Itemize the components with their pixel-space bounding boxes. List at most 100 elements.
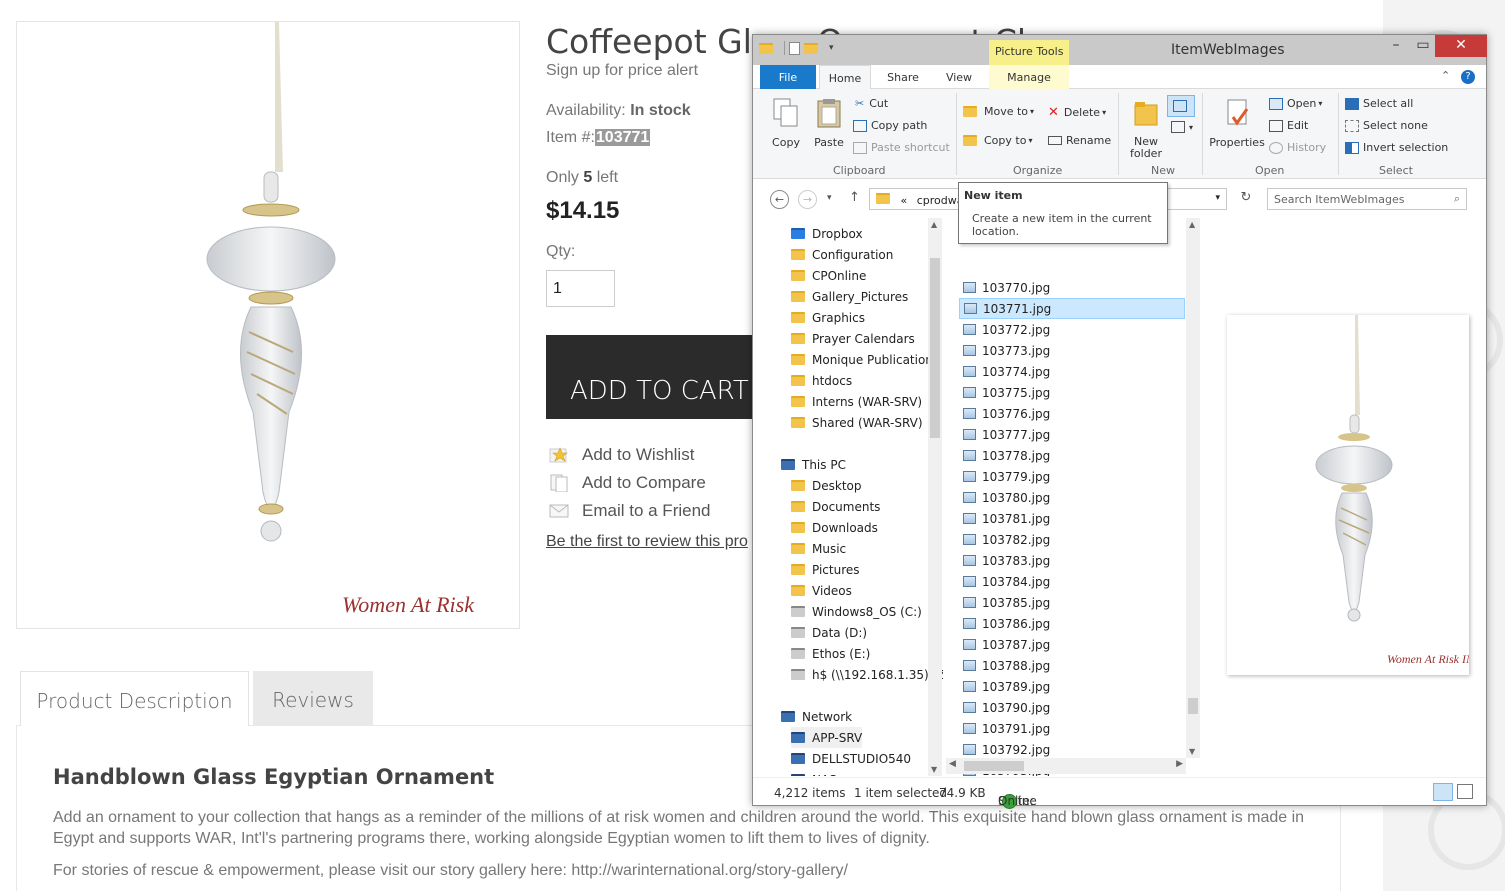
select-none-button[interactable]: Select none — [1345, 119, 1428, 132]
easy-access-button[interactable]: ▾ — [1171, 121, 1193, 133]
tab-share[interactable]: Share — [877, 65, 929, 89]
copy-to-button[interactable]: Copy to ▾ — [963, 134, 1032, 147]
scroll-down-icon[interactable]: ▼ — [931, 765, 937, 774]
product-image[interactable]: Women At Risk — [16, 21, 520, 629]
file-item[interactable]: 103789.jpg — [959, 676, 1185, 697]
scroll-down-icon[interactable]: ▼ — [1189, 747, 1195, 756]
file-item[interactable]: 103776.jpg — [959, 403, 1185, 424]
nav-item[interactable]: Documents — [791, 496, 880, 517]
file-item[interactable]: 103771.jpg — [959, 298, 1185, 319]
nav-scroll-thumb[interactable] — [930, 258, 940, 438]
file-item[interactable]: 103781.jpg — [959, 508, 1185, 529]
history-button[interactable]: History — [1269, 141, 1326, 154]
nav-scrollbar[interactable]: ▲ ▼ — [928, 218, 942, 776]
nav-item[interactable]: Desktop — [791, 475, 862, 496]
title-bar[interactable]: ▾ Picture Tools ItemWebImages – ▭ ✕ — [753, 35, 1487, 65]
nav-item[interactable]: Music — [791, 538, 846, 559]
invert-selection-button[interactable]: Invert selection — [1345, 141, 1448, 154]
nav-item[interactable]: htdocs — [791, 370, 852, 391]
file-item[interactable]: 103788.jpg — [959, 655, 1185, 676]
scroll-right-icon[interactable]: ▶ — [1176, 759, 1183, 769]
file-item[interactable]: 103790.jpg — [959, 697, 1185, 718]
new-folder-icon[interactable] — [804, 42, 818, 54]
file-item[interactable]: 103773.jpg — [959, 340, 1185, 361]
open-button[interactable]: Open ▾ — [1269, 97, 1322, 110]
file-item[interactable]: 103785.jpg — [959, 592, 1185, 613]
close-button[interactable]: ✕ — [1435, 35, 1487, 57]
nav-item[interactable]: Gallery_Pictures — [791, 286, 908, 307]
refresh-icon[interactable]: ↻ — [1235, 190, 1257, 210]
large-icons-view-icon[interactable] — [1457, 784, 1473, 799]
edit-button[interactable]: Edit — [1269, 119, 1308, 132]
tab-home[interactable]: Home — [819, 65, 871, 90]
search-input[interactable]: Search ItemWebImages ⌕ — [1267, 188, 1467, 210]
paste-shortcut-button[interactable]: Paste shortcut — [853, 141, 950, 154]
nav-item[interactable]: Network — [781, 706, 852, 727]
scroll-up-icon[interactable]: ▲ — [1189, 220, 1195, 229]
maximize-button[interactable]: ▭ — [1408, 35, 1438, 57]
add-to-cart-button[interactable]: ADD TO CART — [546, 335, 766, 419]
nav-item[interactable]: Data (D:) — [791, 622, 867, 643]
minimize-button[interactable]: – — [1381, 35, 1411, 57]
back-button[interactable]: ← — [770, 190, 789, 209]
write-review-link[interactable]: Be the first to review this pro — [546, 533, 748, 551]
nav-item[interactable]: Monique Publications — [791, 349, 939, 370]
tab-manage[interactable]: Manage — [989, 65, 1069, 89]
file-item[interactable]: 103777.jpg — [959, 424, 1185, 445]
forward-button[interactable]: → — [798, 190, 817, 209]
help-icon[interactable]: ? — [1461, 70, 1475, 84]
tab-view[interactable]: View — [933, 65, 985, 89]
nav-item[interactable]: Prayer Calendars — [791, 328, 915, 349]
nav-item[interactable]: Interns (WAR-SRV) — [791, 391, 922, 412]
paste-button[interactable]: Paste — [811, 97, 847, 149]
nav-item[interactable]: Pictures — [791, 559, 860, 580]
select-all-button[interactable]: Select all — [1345, 97, 1413, 110]
cut-button[interactable]: ✂ Cut — [855, 97, 888, 110]
file-scroll-thumb[interactable] — [1188, 698, 1198, 714]
properties-button[interactable]: Properties — [1207, 97, 1267, 149]
horizontal-scrollbar[interactable]: ◀ ▶ — [946, 758, 1186, 774]
recent-locations-chevron-icon[interactable]: ▾ — [827, 193, 832, 203]
details-view-icon[interactable] — [1433, 783, 1453, 801]
customize-toolbar-chevron-icon[interactable]: ▾ — [829, 43, 834, 53]
nav-item[interactable]: This PC — [781, 454, 846, 475]
new-folder-button[interactable]: New folder — [1123, 97, 1169, 160]
scroll-left-icon[interactable]: ◀ — [949, 759, 956, 769]
copy-path-button[interactable]: Copy path — [853, 119, 927, 132]
tab-file[interactable]: File — [760, 65, 816, 89]
rename-button[interactable]: Rename — [1048, 134, 1111, 147]
nav-item[interactable]: Videos — [791, 580, 852, 601]
file-item[interactable]: 103775.jpg — [959, 382, 1185, 403]
nav-item[interactable]: Shared (WAR-SRV) — [791, 412, 923, 433]
file-item[interactable]: 103770.jpg — [959, 277, 1185, 298]
copy-button[interactable]: Copy — [769, 97, 803, 149]
file-item[interactable]: 103783.jpg — [959, 550, 1185, 571]
file-item[interactable]: 103779.jpg — [959, 466, 1185, 487]
nav-item[interactable]: NAS — [791, 769, 837, 776]
add-to-compare-link[interactable]: Add to Compare — [548, 473, 706, 493]
nav-item[interactable]: DELLSTUDIO540 — [791, 748, 911, 769]
scroll-up-icon[interactable]: ▲ — [931, 220, 937, 229]
move-to-button[interactable]: Move to ▾ — [963, 105, 1034, 118]
file-scrollbar[interactable]: ▲ ▼ — [1186, 218, 1200, 758]
add-to-wishlist-link[interactable]: Add to Wishlist — [548, 445, 694, 465]
properties-icon[interactable] — [789, 41, 800, 55]
tab-reviews[interactable]: Reviews — [253, 671, 373, 726]
nav-item[interactable]: Downloads — [791, 517, 878, 538]
nav-item[interactable]: CPOnline — [791, 265, 866, 286]
nav-item[interactable]: Dropbox — [791, 223, 863, 244]
nav-item[interactable]: APP-SRV — [791, 727, 863, 748]
email-friend-link[interactable]: Email to a Friend — [548, 501, 711, 521]
address-dropdown-chevron-icon[interactable]: ▾ — [1215, 193, 1220, 203]
nav-item[interactable]: Graphics — [791, 307, 865, 328]
file-item[interactable]: 103778.jpg — [959, 445, 1185, 466]
file-item[interactable]: 103772.jpg — [959, 319, 1185, 340]
file-item[interactable]: 103786.jpg — [959, 613, 1185, 634]
nav-item[interactable]: Windows8_OS (C:) — [791, 601, 922, 622]
file-item[interactable]: 103791.jpg — [959, 718, 1185, 739]
navigation-pane[interactable]: Dropbox Configuration CPOnline Gallery_Pict… — [753, 218, 943, 776]
delete-button[interactable]: ✕ Delete ▾ — [1048, 105, 1106, 120]
new-item-button[interactable] — [1167, 95, 1195, 117]
price-alert-link[interactable]: Sign up for price alert — [546, 62, 698, 80]
tab-product-description[interactable]: Product Description — [20, 671, 249, 726]
